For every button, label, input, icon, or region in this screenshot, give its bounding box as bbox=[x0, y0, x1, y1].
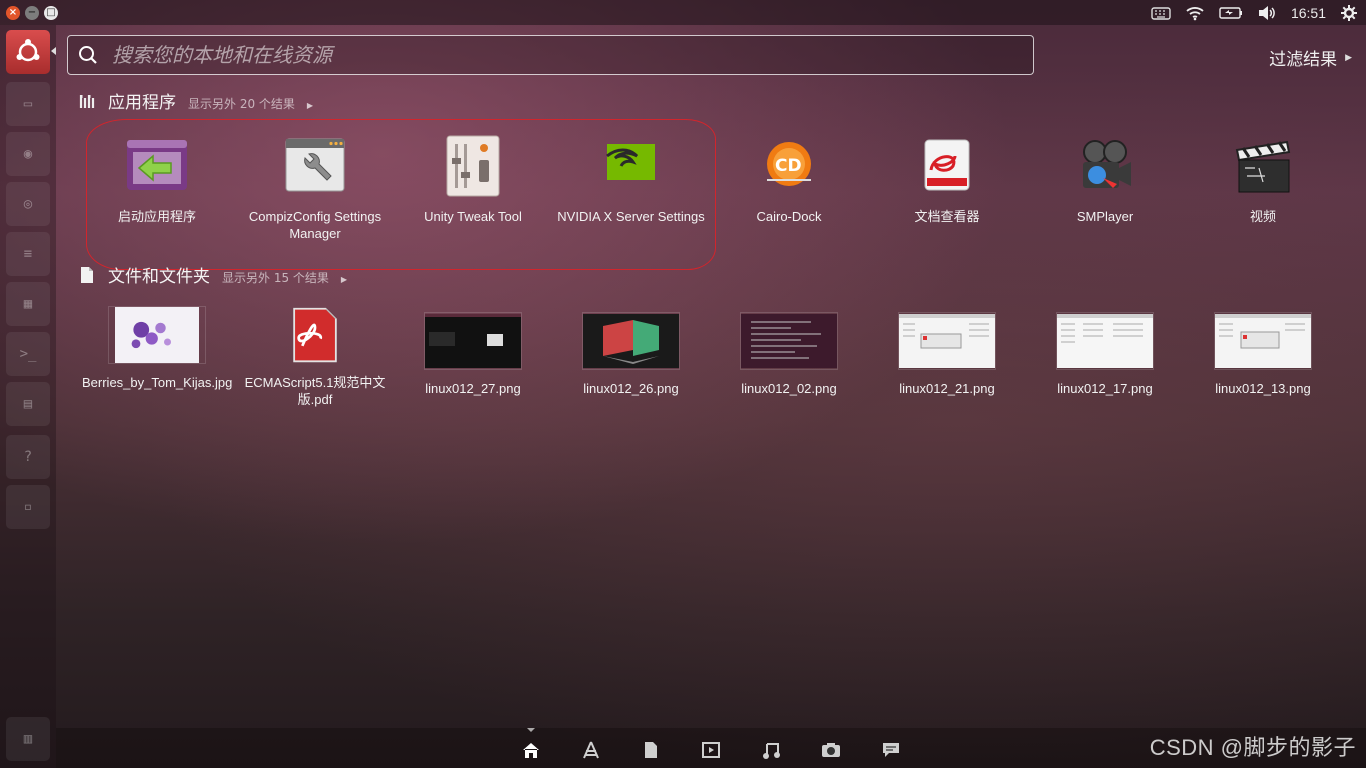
maximize-window-button[interactable]: □ bbox=[44, 5, 58, 20]
files-category-header: 文件和文件夹 显示另外 15 个结果 ▶ bbox=[78, 262, 347, 287]
file-label: linux012_17.png bbox=[1057, 381, 1153, 396]
file-label: linux012_02.png bbox=[741, 381, 837, 396]
app-tile-unity-tweak[interactable]: Unity Tweak Tool bbox=[398, 134, 548, 225]
unknown-app-icon[interactable]: ? bbox=[6, 435, 50, 479]
applications-lens-icon[interactable] bbox=[580, 740, 602, 760]
pdf-file-icon bbox=[293, 307, 337, 363]
screenshot-thumbnail bbox=[1056, 312, 1154, 370]
file-label: linux012_27.png bbox=[425, 381, 521, 396]
file-tile[interactable]: linux012_13.png bbox=[1188, 312, 1338, 397]
image-thumbnail bbox=[108, 306, 206, 364]
app-label: 文档查看器 bbox=[914, 209, 980, 224]
impress-icon[interactable]: ▤ bbox=[6, 382, 50, 426]
app-tile-ccsm[interactable]: CompizConfig Settings Manager bbox=[240, 134, 390, 242]
nvidia-icon bbox=[606, 144, 655, 180]
chrome-icon[interactable]: ◎ bbox=[6, 182, 50, 226]
screenshot-thumbnail bbox=[424, 312, 522, 370]
smplayer-icon bbox=[1083, 140, 1131, 188]
file-tile[interactable]: ECMAScript5.1规范中文版.pdf bbox=[240, 306, 390, 408]
file-tile[interactable]: linux012_27.png bbox=[398, 312, 548, 397]
screenshot-thumbnail bbox=[582, 312, 680, 370]
indicator-area: 16:51 bbox=[1151, 0, 1358, 25]
search-input[interactable] bbox=[110, 42, 1033, 68]
applications-category-header: 应用程序 显示另外 20 个结果 ▶ bbox=[78, 88, 313, 113]
evince-icon bbox=[924, 139, 970, 191]
files-lens-icon[interactable] bbox=[640, 740, 662, 760]
applications-more-arrow-icon[interactable]: ▶ bbox=[307, 101, 313, 110]
app-label: SMPlayer bbox=[1076, 209, 1134, 224]
app-tile-totem[interactable]: 视频 bbox=[1188, 134, 1338, 225]
workspace-icon[interactable]: ▫ bbox=[6, 485, 50, 529]
screenshot-thumbnail bbox=[740, 312, 838, 370]
volume-icon[interactable] bbox=[1257, 5, 1277, 21]
filter-arrow-icon: ▶ bbox=[1345, 52, 1352, 63]
writer-icon[interactable]: ≡ bbox=[6, 232, 50, 276]
applications-category-icon bbox=[79, 94, 95, 108]
file-label: Berries_by_Tom_Kijas.jpg bbox=[82, 375, 233, 390]
app-tile-evince[interactable]: 文档查看器 bbox=[872, 134, 1022, 225]
clock-label[interactable]: 16:51 bbox=[1291, 5, 1326, 21]
window-controls: × − □ bbox=[6, 5, 58, 20]
app-label: CompizConfig Settings Manager bbox=[248, 209, 382, 241]
app-label: 启动应用程序 bbox=[117, 209, 196, 224]
app-tile-smplayer[interactable]: SMPlayer bbox=[1030, 134, 1180, 225]
wifi-icon[interactable] bbox=[1185, 5, 1205, 21]
files-icon[interactable]: ▭ bbox=[6, 82, 50, 126]
screenshot-thumbnail bbox=[898, 312, 996, 370]
unity-tweak-icon bbox=[446, 135, 500, 197]
close-window-button[interactable]: × bbox=[6, 5, 20, 20]
terminal-icon[interactable]: >_ bbox=[6, 332, 50, 376]
svg-text:CD: CD bbox=[775, 156, 802, 176]
app-label: 视频 bbox=[1249, 209, 1276, 224]
search-bar bbox=[67, 35, 1034, 75]
file-tile[interactable]: linux012_02.png bbox=[714, 312, 864, 397]
ccsm-icon bbox=[285, 138, 345, 192]
app-tile-startup[interactable]: 启动应用程序 bbox=[82, 134, 232, 225]
home-lens-icon[interactable] bbox=[520, 740, 542, 760]
files-more-results[interactable]: 显示另外 15 个结果 bbox=[222, 269, 329, 286]
video-lens-icon[interactable] bbox=[700, 740, 722, 760]
app-tile-cairo-dock[interactable]: CD Cairo-Dock bbox=[714, 134, 864, 225]
app-label: Unity Tweak Tool bbox=[424, 209, 522, 224]
startup-apps-icon bbox=[127, 140, 187, 190]
launcher-active-arrow bbox=[51, 47, 56, 55]
photo-lens-icon[interactable] bbox=[820, 740, 842, 760]
social-lens-icon[interactable] bbox=[880, 740, 902, 760]
files-more-arrow-icon[interactable]: ▶ bbox=[341, 275, 347, 284]
dash-home-icon[interactable] bbox=[6, 30, 50, 74]
totem-icon bbox=[1235, 140, 1291, 193]
launcher: ▭ ◉ ◎ ≡ ▦ >_ ▤ ? ▫ ▥ bbox=[0, 25, 56, 768]
app-tile-nvidia[interactable]: NVIDIA X Server Settings bbox=[556, 134, 706, 225]
watermark: CSDN @脚步的影子 bbox=[1149, 735, 1356, 760]
app-label: NVIDIA X Server Settings bbox=[557, 209, 705, 224]
filter-results-button[interactable]: 过滤结果 ▶ bbox=[1269, 45, 1352, 70]
file-tile[interactable]: linux012_26.png bbox=[556, 312, 706, 397]
file-label: linux012_13.png bbox=[1215, 381, 1311, 396]
file-label: linux012_26.png bbox=[583, 381, 679, 396]
trash-icon[interactable]: ▥ bbox=[6, 717, 50, 761]
app-label: Cairo-Dock bbox=[756, 209, 822, 224]
keyboard-icon[interactable] bbox=[1151, 5, 1171, 21]
cairo-dock-icon: CD bbox=[767, 142, 811, 186]
applications-category-title: 应用程序 bbox=[108, 93, 176, 113]
filter-results-label: 过滤结果 bbox=[1269, 50, 1338, 70]
file-label: linux012_21.png bbox=[899, 381, 995, 396]
file-label: ECMAScript5.1规范中文版.pdf bbox=[244, 375, 386, 407]
search-icon bbox=[79, 46, 97, 64]
files-category-icon bbox=[81, 266, 93, 283]
top-panel: × − □ 16:51 bbox=[0, 0, 1366, 25]
gear-icon[interactable] bbox=[1340, 4, 1358, 22]
file-tile[interactable]: linux012_17.png bbox=[1030, 312, 1180, 397]
minimize-window-button[interactable]: − bbox=[25, 5, 39, 20]
applications-more-results[interactable]: 显示另外 20 个结果 bbox=[188, 95, 295, 112]
file-tile[interactable]: linux012_21.png bbox=[872, 312, 1022, 397]
files-category-title: 文件和文件夹 bbox=[108, 267, 210, 287]
firefox-icon[interactable]: ◉ bbox=[6, 132, 50, 176]
music-lens-icon[interactable] bbox=[760, 740, 782, 760]
screenshot-thumbnail bbox=[1214, 312, 1312, 370]
battery-icon[interactable] bbox=[1219, 6, 1243, 20]
file-tile[interactable]: Berries_by_Tom_Kijas.jpg bbox=[82, 306, 232, 391]
calc-icon[interactable]: ▦ bbox=[6, 282, 50, 326]
